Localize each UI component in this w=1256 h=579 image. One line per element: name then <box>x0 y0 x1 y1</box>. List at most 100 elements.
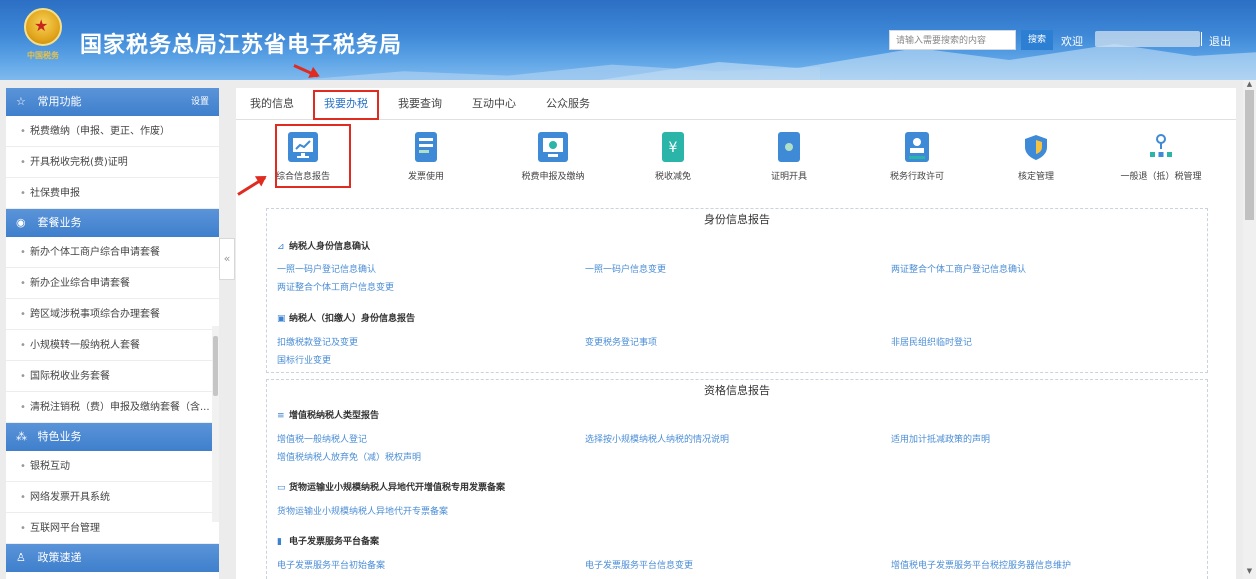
link[interactable]: 两证整合个体工商户信息变更 <box>277 280 394 293</box>
link[interactable]: 选择按小规模纳税人纳税的情况说明 <box>585 432 729 445</box>
sidebar-item[interactable]: • 开具税收完税(费)证明 <box>6 147 219 178</box>
invoice-icon <box>415 132 437 162</box>
sidebar-item[interactable]: • 互联网平台管理 <box>6 513 219 544</box>
section-title: 身份信息报告 <box>704 213 770 226</box>
person-check-icon: ⊿ <box>277 242 285 252</box>
identity-report-section: 身份信息报告 ⊿ 纳税人身份信息确认 一照一码户登记信息确认 一照一码户信息变更 … <box>266 208 1208 373</box>
settings-link[interactable]: 设置 <box>191 88 209 116</box>
tile-assessment[interactable]: 核定管理 <box>991 132 1081 182</box>
collapse-sidebar-button[interactable]: « <box>219 238 235 280</box>
sidebar-section-common[interactable]: ☆ 常用功能 设置 <box>6 88 219 116</box>
scroll-down-arrow-icon[interactable]: ▼ <box>1243 567 1256 577</box>
sidebar-section-title: 特色业务 <box>37 430 82 443</box>
tab-query[interactable]: 我要查询 <box>396 88 444 120</box>
network-icon <box>1146 132 1176 162</box>
link[interactable]: 货物运输业小规模纳税人异地代开专票备案 <box>277 504 448 517</box>
site-header: ★ 中国税务 国家税务总局江苏省电子税务局 请输入需要搜索的内容 搜索 欢迎 退… <box>0 0 1256 80</box>
link[interactable]: 非居民组织临时登记 <box>891 335 972 348</box>
list-icon: ≡ <box>277 411 285 421</box>
sidebar-section-title: 政策速递 <box>37 551 82 564</box>
monitor-icon <box>538 132 568 162</box>
sidebar-item[interactable]: • 社保费申报 <box>6 178 219 209</box>
logout-link[interactable]: 退出 <box>1209 33 1231 49</box>
tab-interaction-center[interactable]: 互动中心 <box>470 88 518 120</box>
tile-label: 税收减免 <box>654 172 691 182</box>
link[interactable]: 增值税电子发票服务平台税控服务器信息维护 <box>891 558 1071 571</box>
tile-tax-declaration[interactable]: 税费申报及缴纳 <box>508 132 598 182</box>
link[interactable]: 两证整合个体工商户登记信息确认 <box>891 262 1026 275</box>
group-title: ▣ 纳税人（扣缴人）身份信息报告 <box>277 314 416 324</box>
group-title: ▭ 货物运输业小规模纳税人异地代开增值税专用发票备案 <box>277 483 506 493</box>
tax-emblem-logo: ★ 中国税务 <box>20 8 66 62</box>
truck-icon: ▭ <box>277 483 286 493</box>
sidebar-section-featured[interactable]: ⁂ 特色业务 <box>6 423 219 451</box>
sidebar-item[interactable]: • 银税互动 <box>6 451 219 482</box>
sidebar-section-policy[interactable]: ♙ 政策速递 <box>6 544 219 572</box>
main-panel: 我的信息 我要办税 我要查询 互动中心 公众服务 综合信息报告 发票使用 税费申… <box>236 88 1236 579</box>
link[interactable]: 一照一码户登记信息确认 <box>277 262 376 275</box>
link[interactable]: 电子发票服务平台信息变更 <box>585 558 693 571</box>
sidebar-scroll-thumb[interactable] <box>213 336 218 396</box>
shield-icon <box>1021 132 1051 162</box>
sidebar-item[interactable]: • 国际税收业务套餐 <box>6 361 219 392</box>
tile-label: 发票使用 <box>407 172 444 182</box>
site-title: 国家税务总局江苏省电子税务局 <box>80 33 403 58</box>
star-icon: ☆ <box>16 95 26 108</box>
sidebar-section-title: 常用功能 <box>37 95 82 108</box>
search-input[interactable]: 请输入需要搜索的内容 <box>889 30 1016 50</box>
id-card-icon: ▣ <box>277 314 286 324</box>
sidebar-section-packages[interactable]: ◉ 套餐业务 <box>6 209 219 237</box>
link[interactable]: 增值税一般纳税人登记 <box>277 432 367 445</box>
tile-admin-permit[interactable]: 税务行政许可 <box>872 132 962 182</box>
link[interactable]: 适用加计抵减政策的声明 <box>891 432 990 445</box>
search-button[interactable]: 搜索 <box>1021 30 1053 50</box>
tile-invoice-use[interactable]: 发票使用 <box>381 132 471 182</box>
group-title: ⊿ 纳税人身份信息确认 <box>277 242 371 252</box>
svg-text:¥: ¥ <box>669 140 678 156</box>
user-name-redacted <box>1095 31 1200 47</box>
welcome-text: 欢迎 <box>1061 35 1083 48</box>
link[interactable]: 变更税务登记事项 <box>585 335 657 348</box>
sidebar-section-title: 套餐业务 <box>37 216 82 229</box>
highlight-box <box>275 124 351 188</box>
tile-certificate[interactable]: 证明开具 <box>744 132 834 182</box>
permit-icon <box>905 132 929 162</box>
tab-my-info[interactable]: 我的信息 <box>248 88 296 120</box>
scroll-up-arrow-icon[interactable]: ▲ <box>1243 80 1256 90</box>
tax-relief-icon: ¥ <box>662 132 684 162</box>
section-title: 资格信息报告 <box>704 384 770 397</box>
link[interactable]: 国标行业变更 <box>277 353 331 366</box>
tile-label: 一般退（抵）税管理 <box>1120 172 1202 182</box>
tile-label: 税费申报及缴纳 <box>521 172 585 182</box>
sidebar-item[interactable]: • 清税注销税（费）申报及缴纳套餐（含... <box>6 392 219 423</box>
sidebar-item[interactable]: • 跨区域涉税事项综合办理套餐 <box>6 299 219 330</box>
page-scroll-thumb[interactable] <box>1245 90 1254 220</box>
link[interactable]: 电子发票服务平台初始备案 <box>277 558 385 571</box>
highlight-box <box>313 90 379 120</box>
tile-tax-refund[interactable]: 一般退（抵）税管理 <box>1106 132 1216 182</box>
certificate-icon <box>778 132 800 162</box>
left-sidebar: ☆ 常用功能 设置 • 税费缴纳（申报、更正、作废） • 开具税收完税(费)证明 •… <box>6 88 219 579</box>
group-title: ▮ 电子发票服务平台备案 <box>277 537 380 547</box>
person-icon: ♙ <box>16 551 26 564</box>
tab-public-service[interactable]: 公众服务 <box>544 88 592 120</box>
group-title: ≡ 增值税纳税人类型报告 <box>277 411 380 421</box>
sidebar-item[interactable]: • 新办个体工商户综合申请套餐 <box>6 237 219 268</box>
document-icon: ▮ <box>277 537 282 547</box>
qualification-report-section: 资格信息报告 ≡ 增值税纳税人类型报告 增值税一般纳税人登记 选择按小规模纳税人纳… <box>266 379 1208 579</box>
top-tab-bar: 我的信息 我要办税 我要查询 互动中心 公众服务 <box>236 88 1236 120</box>
tile-tax-relief[interactable]: ¥ 税收减免 <box>628 132 718 182</box>
link[interactable]: 增值税纳税人放弃免（减）税权声明 <box>277 450 421 463</box>
header-separator <box>1201 32 1202 46</box>
package-icon: ◉ <box>16 216 26 229</box>
link[interactable]: 一照一码户信息变更 <box>585 262 666 275</box>
tile-label: 税务行政许可 <box>889 172 944 182</box>
sidebar-item[interactable]: • 网络发票开具系统 <box>6 482 219 513</box>
sidebar-item[interactable]: • 新办企业综合申请套餐 <box>6 268 219 299</box>
sidebar-item[interactable]: • 税费缴纳（申报、更正、作废） <box>6 116 219 147</box>
sidebar-item[interactable]: • 小规模转一般纳税人套餐 <box>6 330 219 361</box>
tile-label: 核定管理 <box>1017 172 1054 182</box>
link[interactable]: 扣缴税款登记及变更 <box>277 335 358 348</box>
tile-label: 证明开具 <box>770 172 807 182</box>
grid-icon: ⁂ <box>16 430 27 443</box>
